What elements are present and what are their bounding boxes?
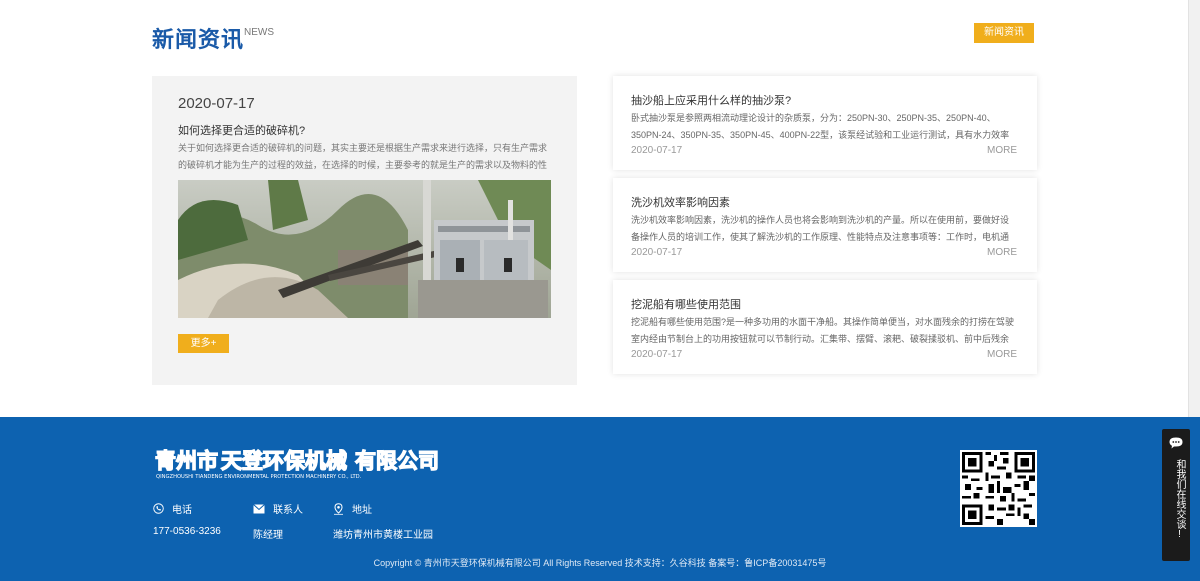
online-chat-button[interactable]: 和我们在线交谈!: [1162, 429, 1190, 561]
news-item-date: 2020-07-17: [631, 349, 683, 360]
news-item-more-link[interactable]: MORE: [987, 247, 1017, 258]
news-item[interactable]: 抽沙船上应采用什么样的抽沙泵? 卧式抽沙泵是参照两相流动理论设计的杂质泵，分为：…: [613, 76, 1037, 170]
news-item-date: 2020-07-17: [631, 247, 683, 258]
news-item-description: 卧式抽沙泵是参照两相流动理论设计的杂质泵，分为：250PN-30、250PN-3…: [631, 113, 1010, 140]
page: 新闻资讯 NEWS 新闻资讯 2020-07-17 如何选择更合适的破碎机? 关…: [0, 0, 1200, 581]
contact-phone: 电话 177-0536-3236: [153, 501, 221, 537]
featured-date: 2020-07-17: [178, 95, 255, 112]
news-item-description: 洗沙机效率影响因素，洗沙机的操作人员也将会影响到洗沙机的产量。所以在使用前，要做…: [631, 215, 1010, 242]
news-header: 新闻资讯 NEWS 新闻资讯: [152, 22, 1034, 52]
logo-text-en: QINGZHOUSHI TIANDENG ENVIRONMENTAL PROTE…: [156, 474, 362, 480]
news-item-date: 2020-07-17: [631, 145, 683, 156]
featured-more-button[interactable]: 更多+: [178, 334, 229, 353]
news-item-title[interactable]: 挖泥船有哪些使用范围: [631, 296, 741, 312]
news-item-more-link[interactable]: MORE: [987, 145, 1017, 156]
featured-news-card[interactable]: 2020-07-17 如何选择更合适的破碎机? 关于如何选择更合适的破碎机的问题…: [152, 76, 577, 385]
qr-code: [960, 450, 1037, 527]
chat-label: 和我们在线交谈!: [1174, 459, 1185, 540]
featured-image[interactable]: [178, 180, 551, 318]
phone-icon: [153, 503, 164, 514]
company-logo[interactable]: 青州市 天登环保机械 有限公司 QINGZHOUSHI TIANDENG ENV…: [154, 443, 455, 483]
chat-bubble-icon: [1169, 437, 1183, 449]
crusher-site-photo: [178, 180, 551, 318]
news-item-title[interactable]: 洗沙机效率影响因素: [631, 194, 730, 210]
logo-text-1: 青州市: [155, 449, 218, 473]
featured-title[interactable]: 如何选择更合适的破碎机?: [178, 122, 305, 138]
address-value: 潍坊青州市黄楼工业园: [333, 530, 433, 541]
news-more-button[interactable]: 新闻资讯: [974, 23, 1034, 43]
logo-text-2: 天登环保机械: [221, 449, 347, 473]
copyright-text: Copyright © 青州市天登环保机械有限公司 All Rights Res…: [373, 558, 827, 568]
news-item-description: 挖泥船有哪些使用范围?是一种多功用的水面干净船。其操作简单便当，对水面残余的打捞…: [631, 317, 1015, 344]
section-title: 新闻资讯: [152, 27, 245, 52]
news-item-title[interactable]: 抽沙船上应采用什么样的抽沙泵?: [631, 92, 791, 108]
logo-text-3: 有限公司: [355, 449, 439, 473]
contact-label: 联系人: [273, 505, 303, 516]
contact-value: 陈经理: [253, 530, 283, 541]
logo-graphic: 青州市 天登环保机械 有限公司 QINGZHOUSHI TIANDENG ENV…: [154, 448, 439, 480]
news-item[interactable]: 洗沙机效率影响因素 洗沙机效率影响因素，洗沙机的操作人员也将会影响到洗沙机的产量…: [613, 178, 1037, 272]
contact-person: 联系人 陈经理: [253, 501, 303, 541]
phone-label: 电话: [172, 505, 192, 516]
section-subtitle: NEWS: [244, 27, 274, 38]
address-label: 地址: [352, 505, 372, 516]
scrollbar[interactable]: [1188, 0, 1200, 417]
location-icon: [334, 502, 343, 515]
footer: 青州市 天登环保机械 有限公司 QINGZHOUSHI TIANDENG ENV…: [0, 417, 1200, 581]
qr-code-graphic: [962, 452, 1035, 525]
news-item[interactable]: 挖泥船有哪些使用范围 挖泥船有哪些使用范围?是一种多功用的水面干净船。其操作简单…: [613, 280, 1037, 374]
phone-value[interactable]: 177-0536-3236: [153, 526, 221, 537]
featured-description: 关于如何选择更合适的破碎机的问题，其实主要还是根据生产需求来进行选择，只有生产需…: [178, 143, 548, 170]
mail-icon: [253, 503, 265, 513]
news-item-more-link[interactable]: MORE: [987, 349, 1017, 360]
contact-address: 地址 潍坊青州市黄楼工业园: [333, 501, 433, 541]
